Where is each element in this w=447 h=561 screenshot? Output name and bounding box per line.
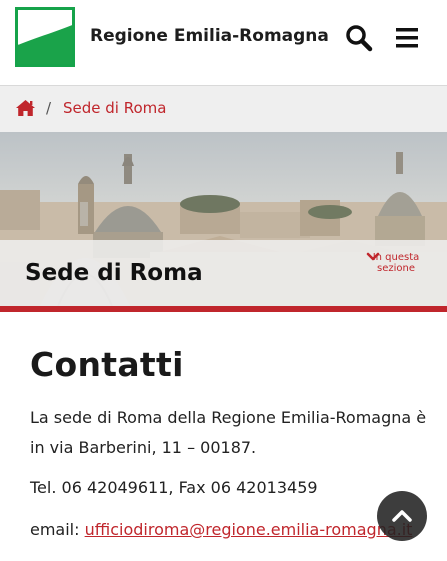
hero-title: Sede di Roma	[25, 260, 203, 286]
breadcrumb: / Sede di Roma	[0, 86, 447, 132]
home-icon[interactable]	[15, 99, 36, 117]
site-header: Regione Emilia-Romagna	[0, 0, 447, 86]
email-label: email:	[30, 520, 85, 539]
accent-divider	[0, 306, 447, 312]
hamburger-menu-icon[interactable]	[392, 22, 424, 54]
breadcrumb-separator: /	[46, 99, 52, 117]
breadcrumb-current[interactable]: Sede di Roma	[63, 99, 166, 117]
address-paragraph: La sede di Roma della Regione Emilia-Rom…	[30, 408, 427, 457]
page: Regione Emilia-Romagna / Sede di Roma Se…	[0, 0, 447, 561]
main-content: Contatti	[30, 345, 430, 384]
back-to-top-button[interactable]	[377, 491, 427, 541]
chevron-up-icon	[392, 510, 412, 522]
regione-logo-icon[interactable]	[15, 7, 75, 67]
search-icon[interactable]	[343, 22, 375, 54]
in-section-label-line2: sezione	[377, 263, 415, 274]
in-this-section-toggle[interactable]: In questa sezione	[366, 252, 426, 274]
phone-paragraph: Tel. 06 42049611, Fax 06 42013459	[30, 478, 318, 497]
site-title[interactable]: Regione Emilia-Romagna	[90, 26, 329, 46]
hero-banner: Sede di Roma In questa sezione	[0, 132, 447, 306]
email-link[interactable]: ufficiodiroma@regione.emilia-romagna.it	[85, 520, 413, 539]
section-heading: Contatti	[30, 345, 184, 384]
